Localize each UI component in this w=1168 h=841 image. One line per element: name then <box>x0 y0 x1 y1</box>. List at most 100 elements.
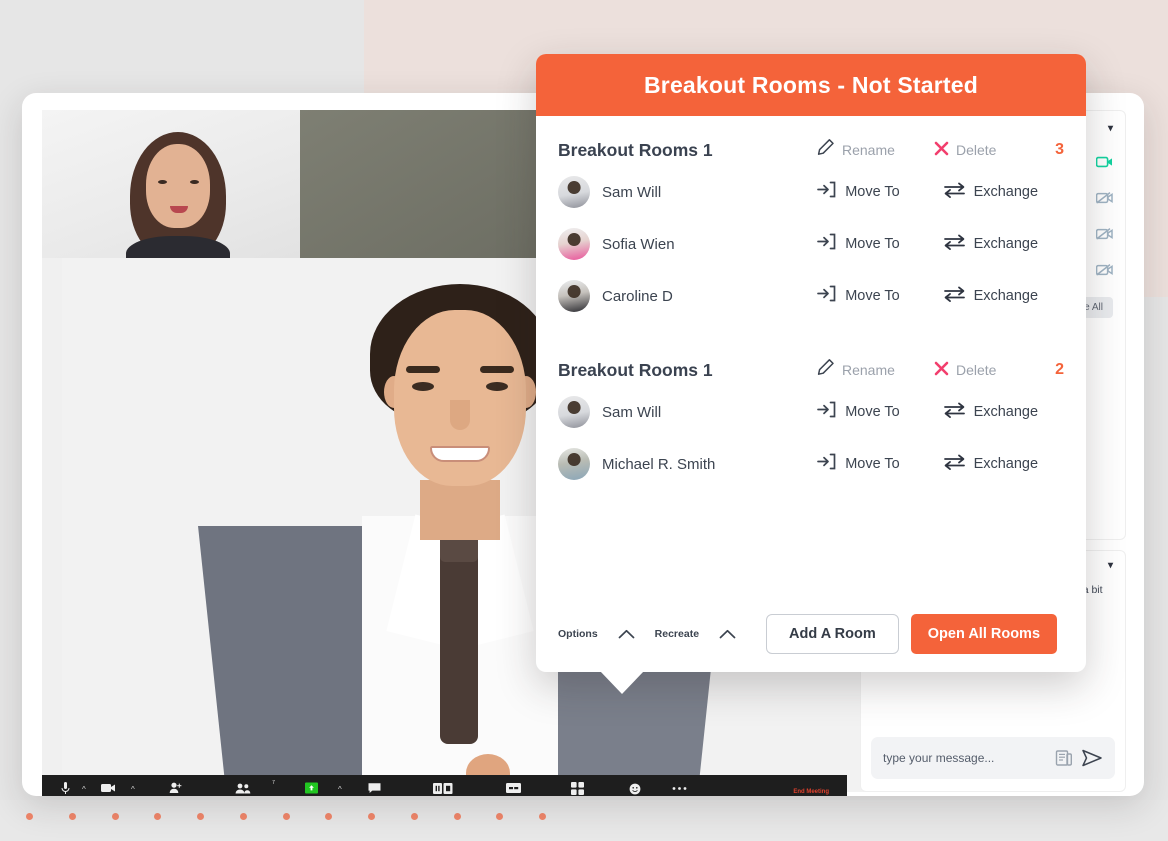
toolbar-manage-participants-button[interactable]: 7 Manage Participants <box>213 780 275 796</box>
exchange-label: Exchange <box>973 184 1039 200</box>
exchange-label: Exchange <box>973 456 1039 472</box>
participant-video-tile[interactable] <box>42 110 300 258</box>
chevron-down-icon[interactable]: ▾ <box>1108 123 1113 134</box>
avatar <box>558 228 590 260</box>
video-on-icon[interactable] <box>1095 156 1113 171</box>
dot <box>368 812 375 820</box>
open-all-rooms-button[interactable]: Open All Rooms <box>910 614 1058 654</box>
microphone-icon <box>61 781 70 795</box>
toolbar-pause-stop-recording-button[interactable]: Pause/Stop Recording <box>410 781 476 796</box>
exchange-button[interactable]: Exchange <box>943 454 1064 475</box>
recreate-chevron-up-icon[interactable] <box>699 626 756 642</box>
move-to-button[interactable]: Move To <box>817 401 943 423</box>
dot <box>496 812 504 820</box>
people-icon <box>235 781 251 795</box>
video-chevron-up-icon[interactable]: ^ <box>127 785 139 794</box>
avatar-art <box>567 285 581 299</box>
exchange-label: Exchange <box>973 236 1039 252</box>
toolbar-share-screen-button[interactable]: Share Screen <box>290 781 334 796</box>
toolbar-reactions-button[interactable]: Reactions <box>618 781 653 796</box>
grid-icon <box>571 781 585 795</box>
mute-chevron-up-icon[interactable]: ^ <box>78 785 90 794</box>
rename-room-button[interactable]: Rename <box>816 358 934 382</box>
file-icon[interactable] <box>1055 749 1073 767</box>
video-off-icon[interactable] <box>1095 227 1113 243</box>
dot <box>239 812 247 820</box>
move-to-button[interactable]: Move To <box>817 453 943 475</box>
member-name: Sam Will <box>602 403 662 421</box>
avatar <box>558 396 590 428</box>
toolbar-more-button[interactable]: More <box>666 781 692 796</box>
room-member-row: Michael R. Smith Move To Exchange <box>558 438 1064 490</box>
exchange-label: Exchange <box>973 288 1039 304</box>
avatar-art <box>430 446 490 462</box>
pencil-icon <box>816 358 835 382</box>
x-icon <box>934 361 949 379</box>
dot <box>539 812 546 820</box>
move-to-button[interactable]: Move To <box>817 233 943 255</box>
add-a-room-button[interactable]: Add A Room <box>766 614 899 654</box>
dialog-pointer-tail <box>600 671 644 694</box>
share-screen-icon <box>305 781 319 795</box>
options-chevron-up-icon[interactable] <box>598 626 655 642</box>
room-header: Breakout Rooms 1 Rename Delete 2 <box>558 322 1064 386</box>
x-icon <box>934 141 949 159</box>
exchange-label: Exchange <box>973 404 1039 420</box>
video-camera-icon <box>100 781 116 795</box>
member-name: Sam Will <box>602 183 662 201</box>
rename-room-button[interactable]: Rename <box>816 138 934 162</box>
avatar-art <box>480 366 514 373</box>
room-member-row: Caroline D Move To Exchange <box>558 270 1064 322</box>
toolbar-chat-button[interactable]: Chat <box>362 781 388 796</box>
delete-room-button[interactable]: Delete <box>934 361 1046 379</box>
dot <box>410 812 418 820</box>
record-icon <box>432 781 453 795</box>
exchange-button[interactable]: Exchange <box>943 286 1064 307</box>
share-chevron-up-icon[interactable]: ^ <box>334 785 346 794</box>
move-to-label: Move To <box>845 184 900 200</box>
breakout-rooms-dialog: Breakout Rooms - Not Started Breakout Ro… <box>536 54 1086 694</box>
send-icon[interactable] <box>1081 748 1103 768</box>
exchange-button[interactable]: Exchange <box>943 402 1064 423</box>
exchange-button[interactable]: Exchange <box>943 182 1064 203</box>
delete-room-button[interactable]: Delete <box>934 141 1046 159</box>
toolbar-closed-caption-button[interactable]: Closed Caption <box>490 781 538 796</box>
rename-label: Rename <box>842 362 895 378</box>
avatar-art <box>412 382 434 391</box>
toolbar-breakout-rooms-button[interactable]: Breakout Rooms <box>552 781 604 796</box>
chevron-down-icon[interactable]: ▾ <box>1108 560 1113 571</box>
move-to-button[interactable]: Move To <box>817 285 943 307</box>
avatar-art <box>146 144 210 228</box>
video-off-icon[interactable] <box>1095 191 1113 207</box>
move-to-button[interactable]: Move To <box>817 181 943 203</box>
toolbar-mute-button[interactable]: Mute <box>52 781 78 796</box>
decorative-dot-row <box>26 808 546 824</box>
dot <box>154 812 162 820</box>
exchange-button[interactable]: Exchange <box>943 234 1064 255</box>
avatar-art <box>406 366 440 373</box>
member-name: Michael R. Smith <box>602 455 716 473</box>
dot <box>197 812 204 820</box>
member-name: Caroline D <box>602 287 673 305</box>
end-meeting-button[interactable]: End Meeting <box>793 789 837 795</box>
video-off-icon[interactable] <box>1095 263 1113 279</box>
move-to-label: Move To <box>845 236 900 252</box>
cc-icon <box>506 781 522 795</box>
chat-message-input[interactable] <box>883 751 1047 765</box>
chat-input-bar <box>871 737 1115 779</box>
dot <box>325 812 333 820</box>
breakout-dialog-title: Breakout Rooms - Not Started <box>536 54 1086 116</box>
exchange-icon <box>943 234 965 255</box>
toolbar-invite-button[interactable]: Invite <box>163 781 189 796</box>
move-to-label: Move To <box>845 288 900 304</box>
rename-label: Rename <box>842 142 895 158</box>
exchange-icon <box>943 182 965 203</box>
toolbar-stop-video-button[interactable]: Stop Video <box>90 781 127 796</box>
options-button[interactable]: Options <box>558 628 598 640</box>
room-member-row: Sofia Wien Move To Exchange <box>558 218 1064 270</box>
reactions-icon <box>629 781 642 795</box>
avatar-art <box>420 480 500 540</box>
avatar-art <box>190 180 199 184</box>
recreate-button[interactable]: Recreate <box>655 628 699 640</box>
avatar-art <box>567 401 581 415</box>
